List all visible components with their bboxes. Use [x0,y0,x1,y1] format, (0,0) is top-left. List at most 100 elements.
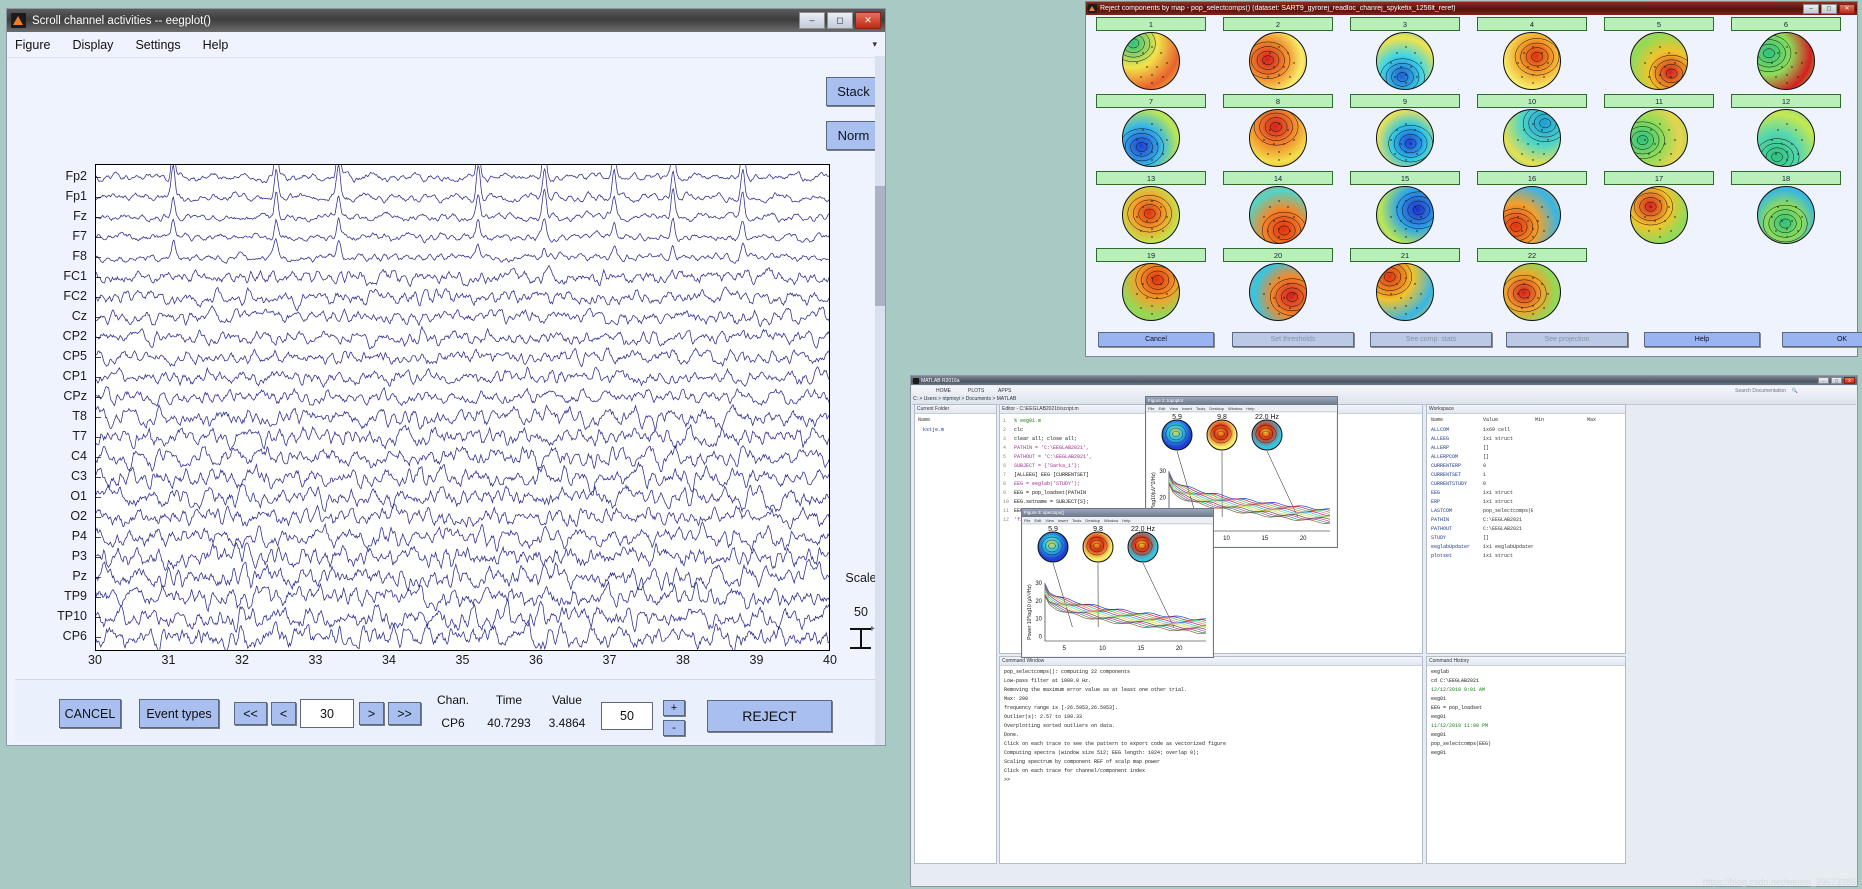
command-history-item[interactable]: pop_selectcomps(EEG) [1431,741,1491,747]
component-scalp-map[interactable] [1249,109,1307,167]
page-forward-fast-button[interactable]: >> [388,702,421,725]
figure-menu-tools[interactable]: Tools [1072,518,1081,523]
component-cell[interactable]: 11 [1598,94,1720,171]
component-ok-button[interactable]: OK [1782,332,1862,347]
command-history-item[interactable]: eeg01 [1431,750,1446,756]
component-scalp-map[interactable] [1503,32,1561,90]
component-cell[interactable]: 17 [1598,171,1720,248]
close-icon[interactable]: ✕ [855,12,881,29]
figure-menu-file[interactable]: File [1148,406,1154,411]
component-label[interactable]: 12 [1731,94,1841,108]
search-icon[interactable]: 🔍 [1792,388,1798,394]
component-scalp-map[interactable] [1503,186,1561,244]
component-scalp-map[interactable] [1122,186,1180,244]
component-label[interactable]: 10 [1477,94,1587,108]
component-scalp-map[interactable] [1122,263,1180,321]
component-scalp-map[interactable] [1757,32,1815,90]
component-cell[interactable]: 18 [1725,171,1847,248]
minimize-icon[interactable]: – [1818,377,1829,384]
figure-menu-edit[interactable]: Edit [1034,518,1041,523]
component-label[interactable]: 2 [1223,17,1333,31]
component-label[interactable]: 20 [1223,248,1333,262]
figure-menu-desktop[interactable]: Desktop [1209,406,1224,411]
component-cell[interactable]: 6 [1725,17,1847,94]
position-input[interactable]: 30 [300,699,354,728]
maximize-icon[interactable]: ◻ [1821,4,1837,14]
component-scalp-map[interactable] [1630,186,1688,244]
menu-help[interactable]: Help [203,38,229,52]
figure-menu-desktop[interactable]: Desktop [1085,518,1100,523]
component-scalp-map[interactable] [1630,32,1688,90]
minimize-icon[interactable]: – [1803,4,1819,14]
command-history-item[interactable]: EEG = pop_loadset [1431,705,1482,711]
norm-button[interactable]: Norm [826,121,881,150]
component-label[interactable]: 16 [1477,171,1587,185]
topoplot-figure-menubar[interactable]: FileEditViewInsertToolsDesktopWindowHelp [1146,405,1337,412]
component-cell[interactable]: 16 [1471,171,1593,248]
cancel-button[interactable]: CANCEL [59,699,121,728]
component-cell[interactable]: 5 [1598,17,1720,94]
component-label[interactable]: 8 [1223,94,1333,108]
command-history-item[interactable]: eeglab [1431,669,1449,675]
menu-display[interactable]: Display [72,38,113,52]
component-cell[interactable]: 15 [1344,171,1466,248]
command-history-item[interactable]: eeg01 [1431,732,1446,738]
component-cell[interactable]: 3 [1344,17,1466,94]
component-label[interactable]: 4 [1477,17,1587,31]
event-types-button[interactable]: Event types [139,699,219,728]
menu-figure[interactable]: Figure [15,38,50,52]
component-cell[interactable]: 7 [1090,94,1212,171]
eegplot-vertical-scrollbar[interactable] [875,56,885,745]
component-help-button[interactable]: Help [1644,332,1760,347]
figure-menu-window[interactable]: Window [1104,518,1118,523]
figure-menu-view[interactable]: View [1045,518,1054,523]
reject-button[interactable]: REJECT [707,700,832,732]
component-scalp-map[interactable] [1503,109,1561,167]
figure-menu-tools[interactable]: Tools [1196,406,1205,411]
component-cell[interactable]: 19 [1090,248,1212,325]
minimize-icon[interactable]: – [799,12,825,29]
scale-decrease-button[interactable]: - [663,720,685,736]
chevron-down-icon[interactable]: ▾ [872,39,877,50]
component-cell[interactable]: 8 [1217,94,1339,171]
close-icon[interactable]: ✕ [1844,377,1855,384]
close-icon[interactable]: ✕ [1839,4,1855,14]
figure-menu-help[interactable]: Help [1122,518,1130,523]
current-folder-item[interactable]: kstje.m [923,427,944,433]
component-cell[interactable]: 1 [1090,17,1212,94]
component-label[interactable]: 14 [1223,171,1333,185]
component-label[interactable]: 5 [1604,17,1714,31]
page-forward-button[interactable]: > [359,702,384,725]
component-cell[interactable]: 4 [1471,17,1593,94]
spectopo-figure-window[interactable]: Figure 3: spectopo() FileEditViewInsertT… [1021,508,1214,658]
component-cell[interactable]: 14 [1217,171,1339,248]
scale-increase-button[interactable]: + [663,700,685,716]
component-label[interactable]: 6 [1731,17,1841,31]
component-scalp-map[interactable] [1249,186,1307,244]
maximize-icon[interactable]: ◻ [827,12,853,29]
component-label[interactable]: 3 [1350,17,1460,31]
component-label[interactable]: 17 [1604,171,1714,185]
command-history-item[interactable]: eeg01 [1431,714,1446,720]
figure-menu-insert[interactable]: Insert [1058,518,1068,523]
figure-menu-insert[interactable]: Insert [1182,406,1192,411]
component-label[interactable]: 19 [1096,248,1206,262]
component-scalp-map[interactable] [1630,109,1688,167]
tab-apps[interactable]: APPS [998,388,1011,394]
scale-input[interactable]: 50 [601,702,653,730]
component-cell[interactable]: 12 [1725,94,1847,171]
tab-plots[interactable]: PLOTS [968,388,984,394]
component-scalp-map[interactable] [1249,32,1307,90]
spectrum-trace[interactable] [1169,472,1330,510]
component-cell[interactable]: 21 [1344,248,1466,325]
stack-button[interactable]: Stack [826,77,881,106]
component-scalp-map[interactable] [1376,186,1434,244]
matlab-path-bar[interactable]: C: > Users > ntpmoyi > Documents > MATLA… [913,396,1016,402]
component-scalp-map[interactable] [1122,32,1180,90]
figure-menu-window[interactable]: Window [1228,406,1242,411]
component-scalp-map[interactable] [1503,263,1561,321]
spectopo-figure-menubar[interactable]: FileEditViewInsertToolsDesktopWindowHelp [1022,517,1213,524]
component-cell[interactable]: 9 [1344,94,1466,171]
component-label[interactable]: 1 [1096,17,1206,31]
tab-home[interactable]: HOME [936,388,951,394]
